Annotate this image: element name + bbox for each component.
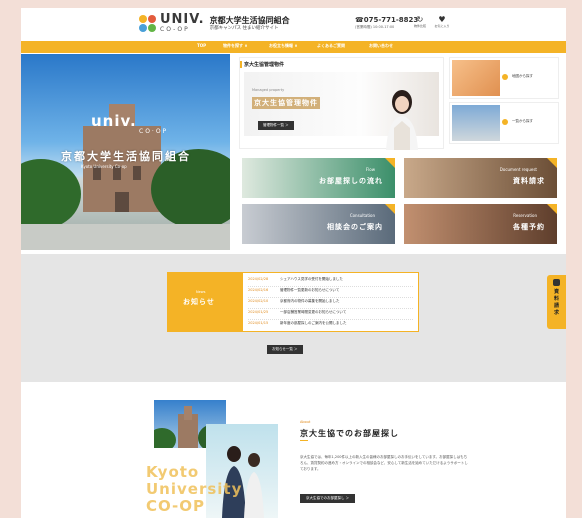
logo-japanese-name: 京都大学生活協同組合 — [209, 15, 290, 25]
compare-icon: ↻ — [416, 15, 424, 24]
panel-title: 京大生協管理物件 — [244, 62, 285, 68]
news-item[interactable]: 2024/01/15 新年度の部屋探しのご案内を公開しました — [248, 321, 347, 326]
kyoto-university-coop-text: Kyoto University CO-OP — [146, 463, 243, 515]
ground — [21, 224, 230, 250]
news-item[interactable]: 2024/01/25 一部店舗営業時間変更のお知らせについて — [248, 310, 346, 315]
news-header: News お知らせ — [168, 273, 243, 331]
compare-label: 物件比較 — [413, 24, 426, 28]
news-item[interactable]: 2024/02/10 京都府内の物件の募集を開始しました — [248, 299, 340, 304]
list-search-card[interactable]: 一覧から探す — [449, 102, 559, 144]
list-search-image — [452, 105, 500, 141]
favorites-button[interactable]: ♥ お気に入り — [431, 15, 453, 29]
tree-left — [21, 159, 81, 229]
tile-reservation[interactable]: Reservation 各種予約 — [404, 204, 557, 244]
news-en-label: News — [196, 290, 206, 294]
news-box: News お知らせ 2024/02/28 シェアハウス見学の受付を開始しました 2… — [167, 272, 419, 332]
hero-image: univ. CO·OP 京都大学生活協同組合 Kyoto University … — [21, 54, 230, 250]
managed-property-panel: 京大生協管理物件 Managed property 京大生協管理物件 管理物件一… — [239, 57, 444, 150]
compare-button[interactable]: ↻ 物件比較 — [409, 15, 431, 29]
document-request-tab[interactable]: 資料請求 — [547, 275, 566, 329]
tile-en: Consultation — [349, 213, 375, 218]
phone-icon: ☎ — [355, 16, 364, 24]
nav-item-contact[interactable]: お問い合わせ — [369, 43, 393, 49]
news-item[interactable]: 2024/02/28 シェアハウス見学の受付を開始しました — [248, 277, 343, 282]
arrow-icon — [502, 119, 508, 125]
about-en-label: About — [300, 420, 311, 424]
woman-photo — [386, 90, 418, 150]
tile-room-search-flow[interactable]: Flow お部屋探しの流れ — [242, 158, 395, 198]
hero-title: 京都大学生活協同組合 — [61, 150, 191, 163]
document-request-label: 資料請求 — [554, 289, 560, 316]
news-list-button[interactable]: お知らせ一覧 ＞ — [267, 345, 303, 354]
tile-title: お部屋探しの流れ — [319, 177, 383, 185]
coop-logo-icon — [139, 14, 157, 33]
map-search-card[interactable]: 地図から探す — [449, 57, 559, 99]
logo-wordmark: UNIV. — [160, 12, 205, 27]
logo-japanese-sub: 京都キャンパス 住まい紹介サイト — [209, 25, 279, 31]
tile-en: Flow — [365, 167, 375, 172]
list-search-label: 一覧から探す — [512, 119, 533, 123]
heart-icon: ♥ — [438, 15, 446, 24]
tile-consultation[interactable]: Consultation 相談会のご案内 — [242, 204, 395, 244]
property-banner[interactable]: Managed property 京大生協管理物件 管理物件一覧 ＞ — [244, 72, 439, 150]
banner-label: Managed property — [252, 88, 285, 92]
hero-coop-text: CO·OP — [139, 128, 169, 135]
favorites-label: お気に入り — [434, 24, 450, 28]
tile-title: 相談会のご案内 — [327, 223, 383, 231]
site-header: UNIV. CO-OP 京都大学生活協同組合 京都キャンパス 住まい紹介サイト … — [21, 8, 566, 40]
hero-logo-text: univ. — [91, 112, 137, 130]
nav-item-faq[interactable]: よくあるご質問 — [317, 43, 345, 49]
map-search-image — [452, 60, 500, 96]
tile-en: Reservation — [513, 213, 537, 218]
site-logo[interactable]: UNIV. CO-OP 京都大学生活協同組合 京都キャンパス 住まい紹介サイト — [139, 12, 290, 33]
tile-title: 資料請求 — [513, 177, 545, 185]
tile-en: Document request — [499, 167, 537, 172]
hero-subtitle: Kyoto University Co-op — [81, 164, 127, 169]
about-body: 京大生協では、毎年1,200件以上の新入生の皆様のお部屋探しのお手伝いをしていま… — [300, 455, 468, 471]
news-title: お知らせ — [183, 298, 215, 306]
nav-item-top[interactable]: TOP — [197, 43, 206, 48]
main-nav: TOP 物件を探す ∨ お役立ち情報 ∨ よくあるご質問 お問い合わせ — [21, 41, 566, 53]
news-item[interactable]: 2024/02/16 管理物件一覧更新のお知らせについて — [248, 288, 339, 293]
map-search-label: 地図から探す — [512, 74, 533, 78]
arrow-icon — [502, 74, 508, 80]
page: UNIV. CO-OP 京都大学生活協同組合 京都キャンパス 住まい紹介サイト … — [21, 8, 566, 518]
property-list-button[interactable]: 管理物件一覧 ＞ — [258, 121, 294, 130]
banner-heading: 京大生協管理物件 — [252, 97, 320, 109]
logo-subtitle: CO-OP — [160, 26, 190, 33]
nav-item-useful-info[interactable]: お役立ち情報 ∨ — [269, 43, 298, 49]
nav-item-search[interactable]: 物件を探す ∨ — [223, 43, 248, 49]
about-button[interactable]: 京大生協でのお部屋探し ＞ — [300, 494, 356, 503]
campus-building — [83, 126, 161, 212]
tile-title: 各種予約 — [513, 223, 545, 231]
about-title: 京大生協でのお部屋探し — [300, 429, 399, 438]
tile-document-request[interactable]: Document request 資料請求 — [404, 158, 557, 198]
document-icon — [553, 279, 560, 286]
